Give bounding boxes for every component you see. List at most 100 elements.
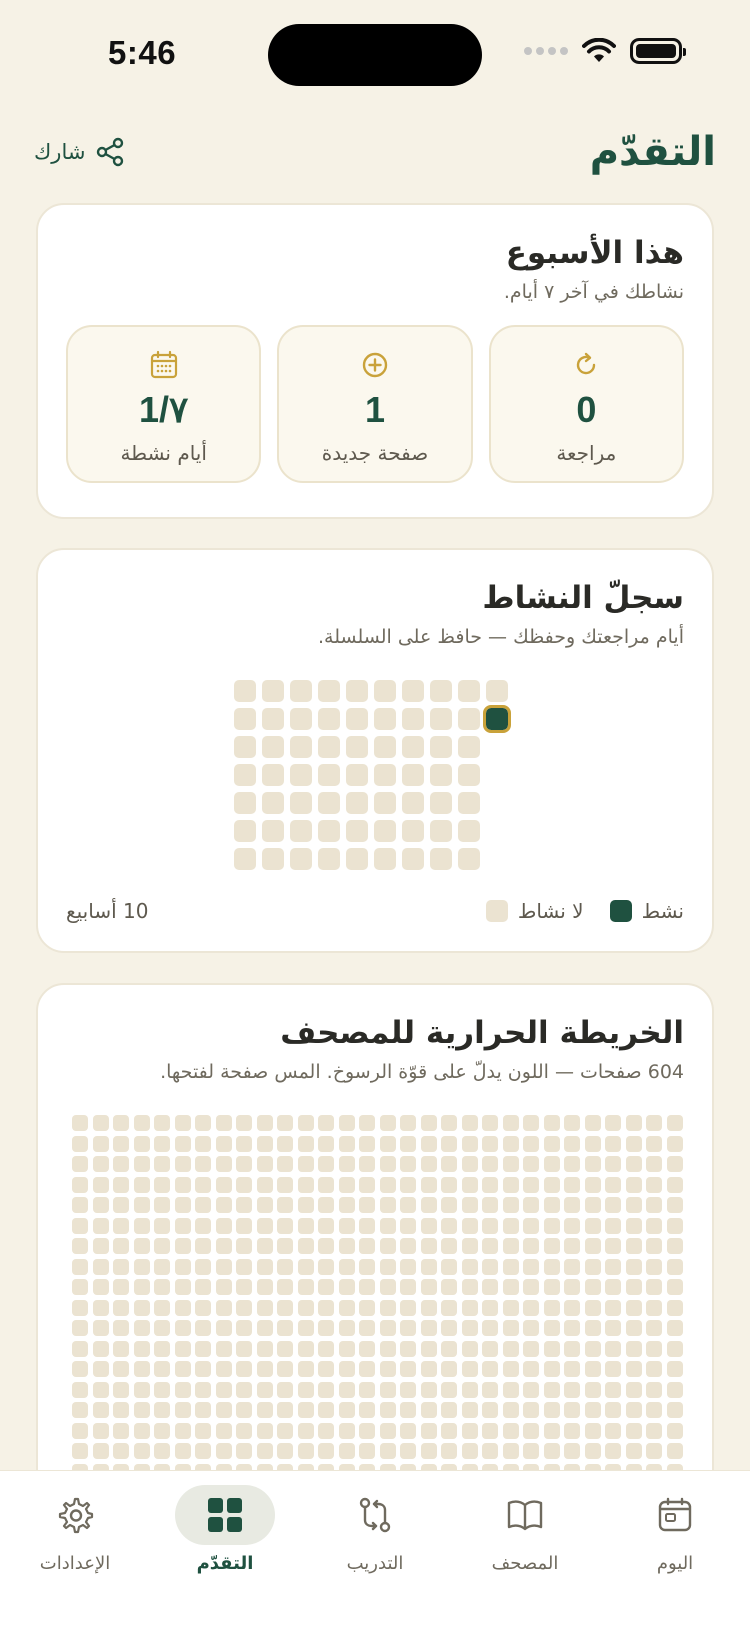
mushaf-page-cell[interactable] [502,1238,519,1254]
mushaf-page-cell[interactable] [72,1361,88,1377]
mushaf-page-cell[interactable] [482,1299,498,1316]
mushaf-page-cell[interactable] [215,1443,232,1459]
mushaf-page-cell[interactable] [605,1217,621,1234]
mushaf-page-cell[interactable] [646,1340,662,1357]
mushaf-page-cell[interactable] [523,1340,539,1357]
mushaf-page-cell[interactable] [133,1361,150,1377]
mushaf-page-cell[interactable] [236,1299,252,1316]
mushaf-page-cell[interactable] [277,1340,293,1357]
mushaf-page-cell[interactable] [584,1340,601,1357]
mushaf-page-cell[interactable] [666,1361,683,1377]
mushaf-page-cell[interactable] [174,1176,191,1193]
mushaf-page-cell[interactable] [195,1402,211,1418]
mushaf-page-cell[interactable] [523,1320,539,1336]
mushaf-page-cell[interactable] [523,1402,539,1418]
mushaf-page-cell[interactable] [543,1320,560,1336]
mushaf-page-cell[interactable] [646,1299,662,1316]
mushaf-page-cell[interactable] [400,1361,416,1377]
mushaf-page-cell[interactable] [441,1422,457,1439]
mushaf-page-cell[interactable] [338,1381,355,1398]
mushaf-page-cell[interactable] [338,1115,355,1131]
mushaf-page-cell[interactable] [174,1402,191,1418]
mushaf-page-cell[interactable] [666,1238,683,1254]
mushaf-page-cell[interactable] [113,1402,129,1418]
mushaf-page-cell[interactable] [154,1238,170,1254]
mushaf-page-cell[interactable] [133,1115,150,1131]
mushaf-page-cell[interactable] [502,1299,519,1316]
mushaf-page-cell[interactable] [646,1115,662,1131]
mushaf-page-cell[interactable] [236,1381,252,1398]
mushaf-page-cell[interactable] [400,1340,416,1357]
mushaf-page-cell[interactable] [605,1402,621,1418]
mushaf-page-cell[interactable] [133,1238,150,1254]
mushaf-page-cell[interactable] [482,1176,498,1193]
mushaf-page-cell[interactable] [195,1135,211,1152]
mushaf-page-cell[interactable] [441,1320,457,1336]
mushaf-page-cell[interactable] [113,1422,129,1439]
mushaf-page-cell[interactable] [338,1176,355,1193]
mushaf-page-cell[interactable] [564,1361,580,1377]
mushaf-page-cell[interactable] [420,1402,437,1418]
mushaf-page-cell[interactable] [420,1381,437,1398]
mushaf-page-cell[interactable] [133,1135,150,1152]
mushaf-page-cell[interactable] [154,1320,170,1336]
mushaf-page-cell[interactable] [523,1135,539,1152]
mushaf-page-cell[interactable] [297,1238,314,1254]
mushaf-page-cell[interactable] [92,1156,109,1172]
mushaf-page-cell[interactable] [502,1402,519,1418]
mushaf-page-cell[interactable] [113,1156,129,1172]
mushaf-page-cell[interactable] [359,1422,375,1439]
mushaf-page-cell[interactable] [379,1299,396,1316]
mushaf-page-cell[interactable] [215,1279,232,1295]
mushaf-page-cell[interactable] [215,1402,232,1418]
mushaf-page-cell[interactable] [564,1156,580,1172]
mushaf-page-cell[interactable] [646,1402,662,1418]
mushaf-page-cell[interactable] [543,1279,560,1295]
mushaf-page-cell[interactable] [461,1156,478,1172]
mushaf-page-cell[interactable] [297,1258,314,1275]
mushaf-page-cell[interactable] [236,1197,252,1213]
mushaf-page-cell[interactable] [154,1115,170,1131]
mushaf-page-cell[interactable] [174,1197,191,1213]
mushaf-page-cell[interactable] [605,1299,621,1316]
mushaf-page-cell[interactable] [256,1443,273,1459]
mushaf-page-cell[interactable] [133,1422,150,1439]
mushaf-page-cell[interactable] [420,1361,437,1377]
mushaf-page-cell[interactable] [502,1258,519,1275]
mushaf-page-cell[interactable] [277,1361,293,1377]
mushaf-page-cell[interactable] [154,1340,170,1357]
mushaf-page-cell[interactable] [338,1197,355,1213]
mushaf-page-cell[interactable] [420,1422,437,1439]
mushaf-page-cell[interactable] [482,1156,498,1172]
mushaf-page-cell[interactable] [277,1217,293,1234]
mushaf-page-cell[interactable] [605,1279,621,1295]
mushaf-page-cell[interactable] [113,1443,129,1459]
mushaf-page-cell[interactable] [420,1340,437,1357]
mushaf-page-cell[interactable] [420,1320,437,1336]
mushaf-page-cell[interactable] [277,1320,293,1336]
mushaf-page-cell[interactable] [543,1238,560,1254]
mushaf-page-cell[interactable] [482,1422,498,1439]
mushaf-page-cell[interactable] [195,1197,211,1213]
mushaf-page-cell[interactable] [584,1176,601,1193]
mushaf-page-cell[interactable] [482,1361,498,1377]
mushaf-page-cell[interactable] [400,1217,416,1234]
mushaf-page-cell[interactable] [461,1443,478,1459]
mushaf-page-cell[interactable] [133,1402,150,1418]
mushaf-page-cell[interactable] [256,1402,273,1418]
mushaf-page-cell[interactable] [236,1443,252,1459]
mushaf-page-cell[interactable] [461,1279,478,1295]
mushaf-page-cell[interactable] [215,1381,232,1398]
mushaf-page-cell[interactable] [256,1197,273,1213]
mushaf-page-cell[interactable] [359,1258,375,1275]
mushaf-page-cell[interactable] [133,1381,150,1398]
mushaf-page-cell[interactable] [174,1361,191,1377]
mushaf-page-cell[interactable] [543,1135,560,1152]
mushaf-page-cell[interactable] [195,1258,211,1275]
mushaf-page-cell[interactable] [174,1135,191,1152]
tab-today[interactable]: اليوم [600,1471,750,1630]
mushaf-page-cell[interactable] [646,1197,662,1213]
mushaf-page-cell[interactable] [133,1340,150,1357]
mushaf-page-cell[interactable] [543,1217,560,1234]
mushaf-page-cell[interactable] [523,1115,539,1131]
